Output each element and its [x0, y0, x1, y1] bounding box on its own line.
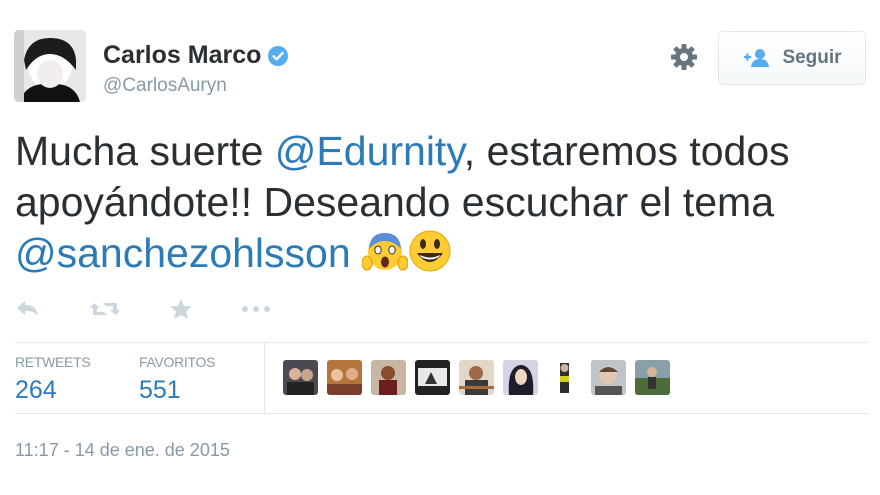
smiley-icon — [409, 230, 451, 272]
user-name[interactable]: Carlos Marco — [103, 41, 261, 70]
tweet-text-part: Mucha suerte — [15, 128, 275, 174]
divider — [15, 342, 868, 343]
favoriter-avatars — [283, 360, 679, 395]
favoriter-avatar[interactable] — [415, 360, 450, 395]
tweet-timestamp[interactable]: 11:17 - 14 de ene. de 2015 — [15, 440, 230, 461]
tweet-text: Mucha suerte @Edurnity, estaremos todos … — [15, 126, 865, 279]
tweet-actions — [15, 298, 319, 320]
reply-button[interactable] — [15, 299, 41, 319]
face-screaming-in-fear-icon — [362, 233, 409, 271]
favoriter-avatar[interactable] — [327, 360, 362, 395]
retweets-stat[interactable]: RETWEETS 264 — [15, 354, 91, 405]
retweet-button[interactable] — [89, 299, 121, 319]
retweets-count: 264 — [15, 376, 57, 404]
favorites-count: 551 — [139, 376, 181, 404]
favoriter-avatar[interactable] — [591, 360, 626, 395]
avatar[interactable] — [14, 30, 86, 102]
favoriter-avatar[interactable] — [459, 360, 494, 395]
reply-icon — [17, 301, 38, 316]
favoriter-avatar[interactable] — [371, 360, 406, 395]
verified-badge-icon — [268, 45, 289, 66]
favoriter-avatar[interactable] — [283, 360, 318, 395]
gear-icon[interactable] — [669, 42, 699, 72]
favoriter-avatar[interactable] — [503, 360, 538, 395]
mention-link[interactable]: @Edurnity — [275, 128, 464, 174]
favorites-label: FAVORITOS — [139, 354, 216, 370]
follow-button-label: Seguir — [782, 47, 842, 68]
favoriter-avatar[interactable] — [635, 360, 670, 395]
user-handle[interactable]: @CarlosAuryn — [103, 75, 227, 97]
mention-link[interactable]: @sanchezohlsson — [15, 230, 351, 276]
favorite-button[interactable] — [169, 298, 193, 320]
retweets-label: RETWEETS — [15, 354, 91, 370]
retweet-icon — [90, 303, 120, 315]
favorites-stat[interactable]: FAVORITOS 551 — [139, 354, 215, 405]
follow-button[interactable]: Seguir — [718, 31, 866, 85]
star-icon — [170, 299, 192, 319]
add-user-icon — [744, 49, 770, 67]
more-button[interactable] — [241, 304, 271, 314]
stats-divider — [264, 343, 265, 413]
favoriter-avatar[interactable] — [547, 360, 582, 395]
more-icon — [242, 306, 270, 312]
divider — [15, 413, 868, 414]
